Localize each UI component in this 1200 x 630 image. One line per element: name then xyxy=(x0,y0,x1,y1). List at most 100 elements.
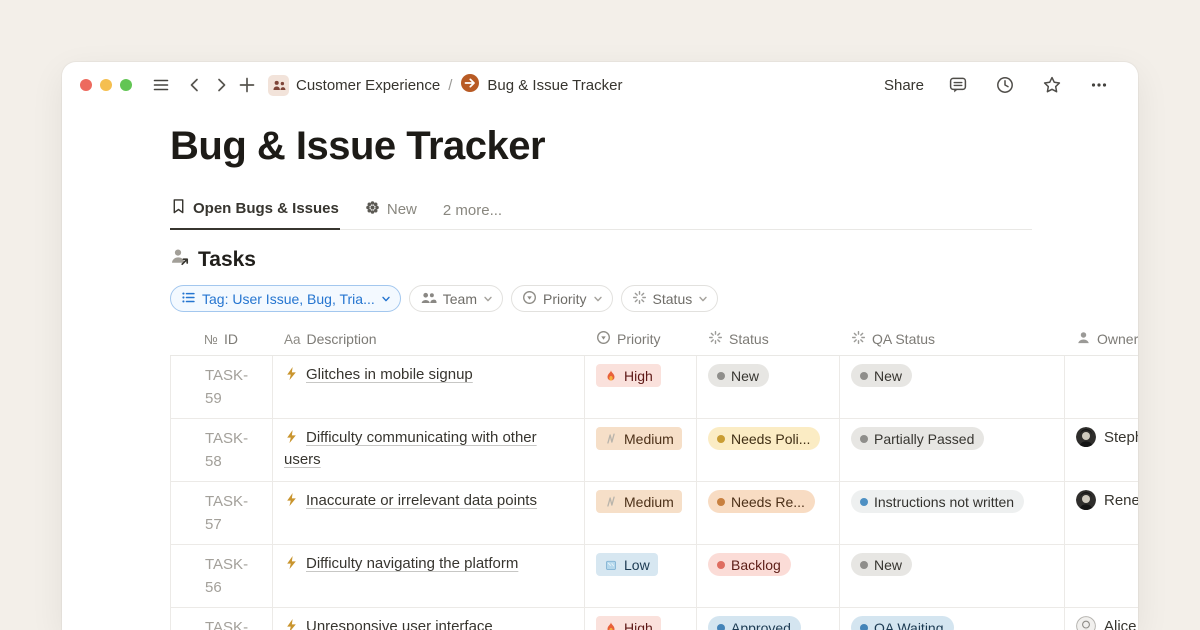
status-tag[interactable]: Approved xyxy=(708,616,801,630)
status-tag[interactable]: Needs Poli... xyxy=(708,427,820,450)
task-qa-status-cell[interactable]: Instructions not written xyxy=(840,482,1065,544)
page-title: Bug & Issue Tracker xyxy=(170,122,1138,170)
task-id-cell[interactable]: TASK-56 xyxy=(170,545,273,607)
column-header-status[interactable]: Status xyxy=(697,323,840,355)
task-id-cell[interactable]: TASK-58 xyxy=(170,419,273,481)
task-id-cell[interactable]: TASK-57 xyxy=(170,482,273,544)
task-owner-cell[interactable]: Alice xyxy=(1065,608,1138,630)
owner[interactable]: Rene xyxy=(1076,490,1130,510)
task-link[interactable]: Inaccurate or irrelevant data points xyxy=(306,492,537,509)
priority-tag[interactable]: High xyxy=(596,616,661,630)
task-qa-status-cell[interactable]: QA Waiting xyxy=(840,608,1065,630)
flame-icon xyxy=(604,369,618,383)
status-tag[interactable]: QA Waiting xyxy=(851,616,954,630)
task-owner-cell[interactable]: Rene xyxy=(1065,482,1138,544)
task-status-cell[interactable]: Needs Re... xyxy=(697,482,840,544)
flower-icon xyxy=(365,200,380,219)
priority-tag[interactable]: Medium xyxy=(596,427,682,450)
share-button[interactable]: Share xyxy=(884,77,924,94)
task-id-cell[interactable]: TASK-59 xyxy=(170,356,273,418)
task-status-cell[interactable]: Backlog xyxy=(697,545,840,607)
tab-open-bugs-issues[interactable]: Open Bugs & Issues xyxy=(170,192,340,230)
chevron-down-icon xyxy=(483,291,493,307)
owner[interactable]: Alice xyxy=(1076,616,1130,630)
table-row[interactable]: TASK-59 Glitches in mobile signup High N… xyxy=(170,356,1138,419)
status-tag[interactable]: Needs Re... xyxy=(708,490,815,513)
priority-tag[interactable]: Low xyxy=(596,553,658,576)
favorite-star-icon[interactable] xyxy=(1039,72,1065,98)
priority-icon xyxy=(596,330,611,348)
history-clock-icon[interactable] xyxy=(992,72,1018,98)
task-description-cell[interactable]: Glitches in mobile signup xyxy=(273,356,585,418)
task-priority-cell[interactable]: Medium xyxy=(585,482,697,544)
task-status-cell[interactable]: Needs Poli... xyxy=(697,419,840,481)
owner[interactable]: Steph xyxy=(1076,427,1130,447)
task-id-cell[interactable]: TASK- xyxy=(170,608,273,630)
table-header-row: №ID AaDescription Priority Status QA Sta… xyxy=(170,323,1138,356)
comments-icon[interactable] xyxy=(945,72,971,98)
task-description-cell[interactable]: Difficulty communicating with other user… xyxy=(273,419,585,481)
task-link[interactable]: Difficulty communicating with other user… xyxy=(284,429,537,468)
task-owner-cell[interactable] xyxy=(1065,356,1138,418)
minimize-window-button[interactable] xyxy=(100,79,112,91)
column-header-id[interactable]: №ID xyxy=(170,323,273,355)
forward-icon[interactable] xyxy=(208,72,234,98)
task-status-cell[interactable]: New xyxy=(697,356,840,418)
task-priority-cell[interactable]: High xyxy=(585,356,697,418)
new-page-icon[interactable] xyxy=(234,72,260,98)
breadcrumb-workspace[interactable]: Customer Experience xyxy=(296,77,440,94)
task-link[interactable]: Unresponsive user interface xyxy=(306,618,493,630)
more-options-icon[interactable] xyxy=(1086,72,1112,98)
table-row[interactable]: TASK-57 Inaccurate or irrelevant data po… xyxy=(170,482,1138,545)
task-owner-cell[interactable] xyxy=(1065,545,1138,607)
task-description-cell[interactable]: Unresponsive user interface xyxy=(273,608,585,630)
table-row[interactable]: TASK-58 Difficulty communicating with ot… xyxy=(170,419,1138,482)
task-status-cell[interactable]: Approved xyxy=(697,608,840,630)
priority-tag[interactable]: Medium xyxy=(596,490,682,513)
filter-status[interactable]: Status xyxy=(621,285,719,312)
maximize-window-button[interactable] xyxy=(120,79,132,91)
task-link[interactable]: Difficulty navigating the platform xyxy=(306,555,518,572)
task-link[interactable]: Glitches in mobile signup xyxy=(306,366,473,383)
tab-more[interactable]: 2 more... xyxy=(442,196,503,230)
status-dot-icon xyxy=(717,372,725,380)
sidebar-menu-icon[interactable] xyxy=(148,72,174,98)
bookmark-icon xyxy=(171,198,186,219)
column-header-description[interactable]: AaDescription xyxy=(273,323,585,355)
task-owner-cell[interactable]: Steph xyxy=(1065,419,1138,481)
status-tag[interactable]: New xyxy=(851,364,912,387)
breadcrumb-page[interactable]: Bug & Issue Tracker xyxy=(487,77,622,94)
task-description-cell[interactable]: Inaccurate or irrelevant data points xyxy=(273,482,585,544)
tasks-section-header: Tasks xyxy=(170,247,1138,272)
tab-new[interactable]: New xyxy=(364,194,418,230)
column-header-qa-status[interactable]: QA Status xyxy=(840,323,1065,355)
task-priority-cell[interactable]: Medium xyxy=(585,419,697,481)
filter-team[interactable]: Team xyxy=(409,285,503,312)
task-priority-cell[interactable]: Low xyxy=(585,545,697,607)
task-priority-cell[interactable]: High xyxy=(585,608,697,630)
task-qa-status-cell[interactable]: New xyxy=(840,356,1065,418)
column-header-priority[interactable]: Priority xyxy=(585,323,697,355)
priority-tag[interactable]: High xyxy=(596,364,661,387)
table-row[interactable]: TASK-56 Difficulty navigating the platfo… xyxy=(170,545,1138,608)
status-tag[interactable]: New xyxy=(708,364,769,387)
status-tag[interactable]: Partially Passed xyxy=(851,427,984,450)
section-title[interactable]: Tasks xyxy=(198,248,256,272)
table-row[interactable]: TASK- Unresponsive user interface High A… xyxy=(170,608,1138,630)
status-tag[interactable]: Instructions not written xyxy=(851,490,1024,513)
close-window-button[interactable] xyxy=(80,79,92,91)
back-icon[interactable] xyxy=(182,72,208,98)
filter-tag[interactable]: Tag: User Issue, Bug, Tria... xyxy=(170,285,401,312)
task-qa-status-cell[interactable]: Partially Passed xyxy=(840,419,1065,481)
chevron-down-icon xyxy=(593,291,603,307)
avatar xyxy=(1076,490,1096,510)
status-dot-icon xyxy=(860,372,868,380)
status-tag[interactable]: New xyxy=(851,553,912,576)
column-header-owner[interactable]: Owner xyxy=(1065,323,1138,355)
zigzag-icon xyxy=(604,432,618,446)
task-qa-status-cell[interactable]: New xyxy=(840,545,1065,607)
filter-priority[interactable]: Priority xyxy=(511,285,613,312)
status-tag[interactable]: Backlog xyxy=(708,553,791,576)
task-description-cell[interactable]: Difficulty navigating the platform xyxy=(273,545,585,607)
status-dot-icon xyxy=(860,624,868,630)
